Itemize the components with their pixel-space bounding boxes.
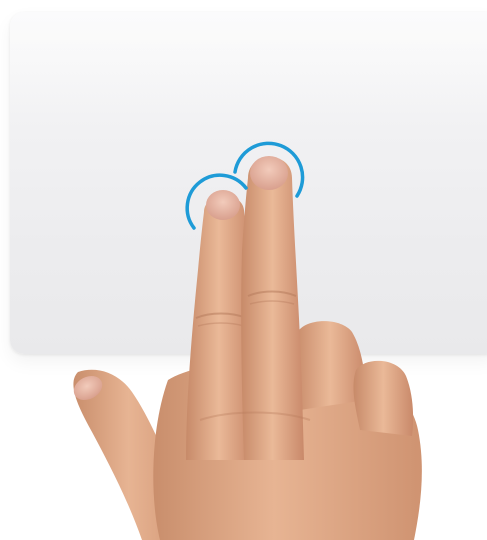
hand-illustration (73, 141, 422, 540)
index-nail (206, 190, 240, 220)
gesture-illustration (0, 0, 487, 540)
middle-nail (250, 156, 288, 190)
pinky-finger (353, 360, 414, 436)
middle-finger (241, 157, 304, 460)
